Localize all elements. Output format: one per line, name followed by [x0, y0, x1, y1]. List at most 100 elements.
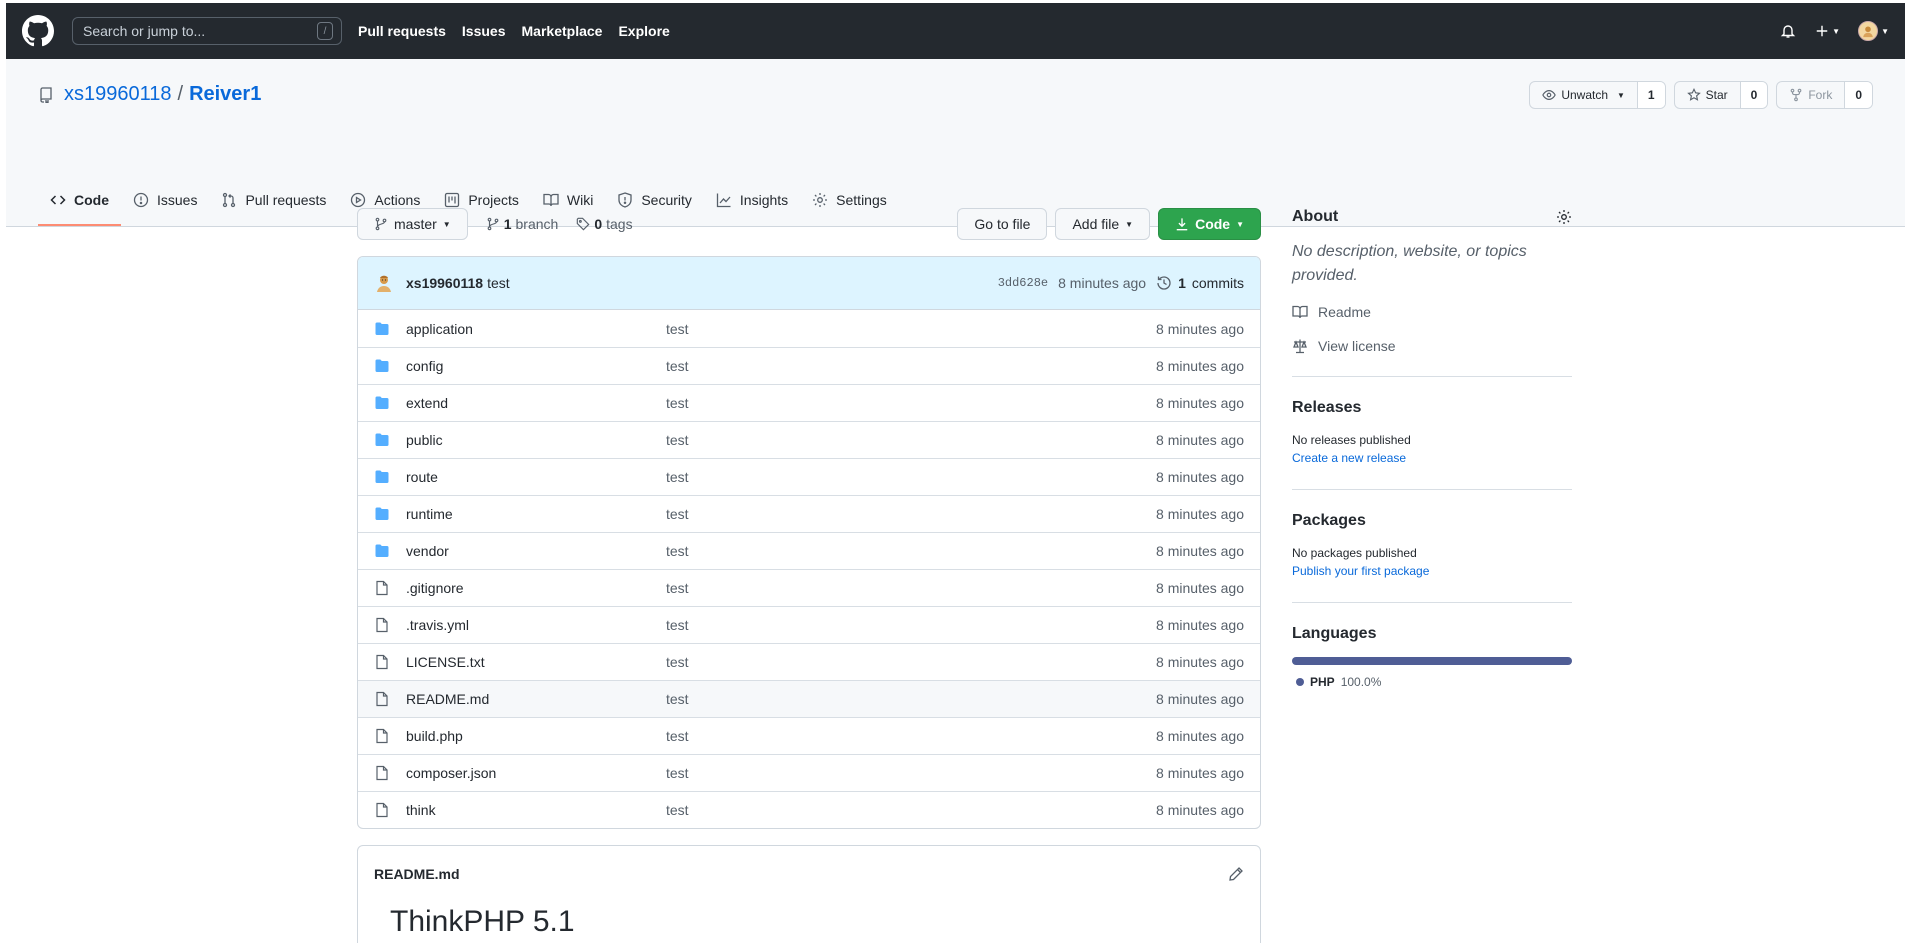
repo-owner-link[interactable]: xs19960118 — [64, 83, 172, 106]
file-commit-age: 8 minutes ago — [1156, 691, 1244, 707]
readme-header: README.md — [358, 846, 1260, 902]
branch-name: master — [394, 216, 437, 232]
file-commit-message[interactable]: test — [666, 395, 1156, 411]
file-name-link[interactable]: runtime — [406, 506, 666, 522]
branch-select-button[interactable]: master ▼ — [357, 208, 468, 240]
add-file-label: Add file — [1072, 216, 1120, 232]
table-row[interactable]: vendor test 8 minutes ago — [358, 532, 1260, 569]
nav-marketplace[interactable]: Marketplace — [522, 23, 603, 39]
forks-count[interactable]: 0 — [1845, 82, 1872, 108]
star-button[interactable]: Star — [1675, 82, 1741, 108]
tab-code[interactable]: Code — [38, 176, 121, 226]
file-name-link[interactable]: README.md — [406, 691, 666, 707]
file-commit-message[interactable]: test — [666, 691, 1156, 707]
file-commit-message[interactable]: test — [666, 654, 1156, 670]
file-commit-message[interactable]: test — [666, 469, 1156, 485]
add-file-button[interactable]: Add file ▼ — [1055, 208, 1151, 240]
user-menu[interactable]: ▼ — [1858, 21, 1889, 41]
about-title-label: About — [1292, 208, 1339, 225]
file-name-link[interactable]: .gitignore — [406, 580, 666, 596]
file-name-link[interactable]: config — [406, 358, 666, 374]
github-logo-icon[interactable] — [22, 15, 54, 47]
nav-explore[interactable]: Explore — [618, 23, 669, 39]
language-item[interactable]: PHP 100.0% — [1292, 675, 1572, 689]
file-commit-message[interactable]: test — [666, 432, 1156, 448]
pencil-icon[interactable] — [1228, 866, 1244, 882]
code-icon — [50, 195, 66, 205]
tags-link[interactable]: 0 tags — [576, 216, 633, 232]
table-row[interactable]: public test 8 minutes ago — [358, 421, 1260, 458]
file-name-link[interactable]: think — [406, 802, 666, 818]
nav-issues[interactable]: Issues — [462, 23, 506, 39]
star-button-group: Star 0 — [1673, 81, 1769, 109]
table-row[interactable]: runtime test 8 minutes ago — [358, 495, 1260, 532]
tags-count-label: tags — [606, 216, 633, 232]
file-name-link[interactable]: vendor — [406, 543, 666, 559]
go-to-file-button[interactable]: Go to file — [957, 208, 1048, 240]
tab-issues[interactable]: Issues — [121, 176, 209, 226]
file-commit-message[interactable]: test — [666, 358, 1156, 374]
fork-button-group: Fork 0 — [1776, 81, 1873, 109]
fork-button[interactable]: Fork — [1777, 82, 1846, 108]
file-actions: Go to file Add file ▼ Code ▼ — [957, 208, 1261, 240]
table-row[interactable]: route test 8 minutes ago — [358, 458, 1260, 495]
file-commit-message[interactable]: test — [666, 728, 1156, 744]
file-name-link[interactable]: extend — [406, 395, 666, 411]
repo-name-link[interactable]: Reiver1 — [189, 83, 261, 106]
global-header: Search or jump to... / Pull requests Iss… — [6, 3, 1905, 59]
file-name-link[interactable]: build.php — [406, 728, 666, 744]
file-name-link[interactable]: composer.json — [406, 765, 666, 781]
publish-package-link[interactable]: Publish your first package — [1292, 562, 1572, 580]
table-row[interactable]: .gitignore test 8 minutes ago — [358, 569, 1260, 606]
code-dropdown-button[interactable]: Code ▼ — [1158, 208, 1261, 240]
commit-message[interactable]: test — [487, 275, 510, 291]
table-row[interactable]: .travis.yml test 8 minutes ago — [358, 606, 1260, 643]
file-commit-message[interactable]: test — [666, 617, 1156, 633]
file-name-link[interactable]: route — [406, 469, 666, 485]
watchers-count[interactable]: 1 — [1637, 82, 1665, 108]
table-row[interactable]: build.php test 8 minutes ago — [358, 717, 1260, 754]
global-search-input[interactable]: Search or jump to... / — [72, 17, 342, 45]
about-description: No description, website, or topics provi… — [1292, 243, 1527, 284]
folder-icon — [374, 395, 390, 411]
table-row[interactable]: composer.json test 8 minutes ago — [358, 754, 1260, 791]
unwatch-button[interactable]: Unwatch ▼ — [1530, 82, 1638, 108]
readme-filename[interactable]: README.md — [374, 866, 460, 882]
file-commit-message[interactable]: test — [666, 580, 1156, 596]
table-row[interactable]: LICENSE.txt test 8 minutes ago — [358, 643, 1260, 680]
releases-title[interactable]: Releases — [1292, 399, 1572, 417]
file-commit-message[interactable]: test — [666, 802, 1156, 818]
table-row[interactable]: extend test 8 minutes ago — [358, 384, 1260, 421]
file-commit-message[interactable]: test — [666, 765, 1156, 781]
commit-sha[interactable]: 3dd628e — [998, 276, 1048, 290]
table-row[interactable]: application test 8 minutes ago — [358, 310, 1260, 347]
readme-link[interactable]: Readme — [1292, 304, 1572, 320]
file-name-link[interactable]: LICENSE.txt — [406, 654, 666, 670]
gear-icon[interactable] — [1556, 209, 1572, 225]
branch-count-label: branch — [515, 216, 559, 232]
file-name-link[interactable]: .travis.yml — [406, 617, 666, 633]
file-commit-message[interactable]: test — [666, 321, 1156, 337]
create-release-link[interactable]: Create a new release — [1292, 449, 1572, 467]
license-link[interactable]: View license — [1292, 338, 1572, 354]
language-name: PHP — [1310, 675, 1335, 689]
table-row[interactable]: think test 8 minutes ago — [358, 791, 1260, 828]
create-new-plus-icon[interactable]: ▼ — [1815, 22, 1840, 40]
commits-history-link[interactable]: 1 commits — [1156, 275, 1244, 291]
table-row[interactable]: config test 8 minutes ago — [358, 347, 1260, 384]
bell-icon[interactable] — [1779, 22, 1797, 40]
file-name-link[interactable]: application — [406, 321, 666, 337]
file-commit-message[interactable]: test — [666, 506, 1156, 522]
commit-author-avatar[interactable] — [374, 273, 394, 293]
stars-count[interactable]: 0 — [1740, 82, 1768, 108]
tab-pull-requests[interactable]: Pull requests — [209, 176, 338, 226]
license-link-label: View license — [1318, 338, 1396, 354]
branches-link[interactable]: 1 branch — [486, 216, 559, 232]
tab-insights-label: Insights — [739, 192, 789, 208]
file-name-link[interactable]: public — [406, 432, 666, 448]
packages-title[interactable]: Packages — [1292, 512, 1572, 530]
commit-author[interactable]: xs19960118 — [406, 275, 483, 291]
table-row[interactable]: README.md test 8 minutes ago — [358, 680, 1260, 717]
file-commit-message[interactable]: test — [666, 543, 1156, 559]
nav-pull-requests[interactable]: Pull requests — [358, 23, 446, 39]
